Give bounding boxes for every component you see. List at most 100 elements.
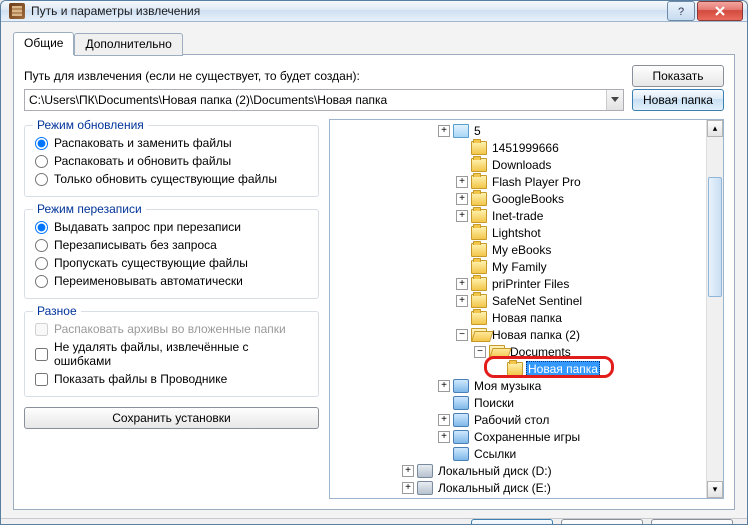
- dialog-body: Общие Дополнительно Путь для извлечения …: [1, 22, 747, 518]
- dialog-window: Путь и параметры извлечения ? Общие Допо…: [0, 0, 748, 525]
- path-label: Путь для извлечения (если не существует,…: [24, 69, 624, 83]
- folder-icon: [471, 175, 487, 189]
- tree-item[interactable]: Новая папка: [330, 360, 706, 377]
- tree-item[interactable]: + Рабочий стол: [330, 411, 706, 428]
- folder-open-icon: [471, 328, 487, 342]
- folder-icon: [471, 192, 487, 206]
- radio-rename[interactable]: Переименовывать автоматически: [35, 272, 308, 290]
- group-update-legend: Режим обновления: [33, 119, 148, 132]
- tree-item-label: Inet-trade: [490, 209, 545, 223]
- tree-item[interactable]: My Family: [330, 258, 706, 275]
- save-settings-button[interactable]: Сохранить установки: [24, 407, 319, 429]
- expand-icon[interactable]: +: [438, 414, 450, 426]
- window-title: Путь и параметры извлечения: [31, 4, 667, 18]
- tree-item[interactable]: + Inet-trade: [330, 207, 706, 224]
- tree-item[interactable]: + Локальный диск (E:): [330, 479, 706, 496]
- tree-item[interactable]: My eBooks: [330, 241, 706, 258]
- expand-icon[interactable]: +: [456, 176, 468, 188]
- collapse-icon[interactable]: −: [456, 329, 468, 341]
- tree-item[interactable]: Новая папка: [330, 309, 706, 326]
- radio-only-update[interactable]: Только обновить существующие файлы: [35, 170, 308, 188]
- tree-item[interactable]: +priPrinter Files: [330, 275, 706, 292]
- tree-item-label: Сохраненные игры: [472, 430, 582, 444]
- tree-item[interactable]: −Новая папка (2): [330, 326, 706, 343]
- tree-item[interactable]: −Documents: [330, 343, 706, 360]
- collapse-icon[interactable]: −: [474, 346, 486, 358]
- path-dropdown-button[interactable]: [606, 90, 623, 110]
- check-show-explorer[interactable]: Показать файлы в Проводнике: [35, 370, 308, 388]
- tree-item[interactable]: Поиски: [330, 394, 706, 411]
- path-input[interactable]: [25, 93, 606, 107]
- tree-item-label: Моя музыка: [472, 379, 543, 393]
- dialog-footer: ОК Отмена Справка: [1, 518, 747, 525]
- tree-item-label: Поиски: [472, 396, 516, 410]
- tree-item-label: Локальный диск (D:): [436, 464, 554, 478]
- ok-button[interactable]: ОК: [471, 519, 553, 525]
- tab-page-general: Путь для извлечения (если не существует,…: [13, 54, 735, 510]
- expand-icon[interactable]: +: [438, 431, 450, 443]
- radio-extract-replace[interactable]: Распаковать и заменить файлы: [35, 134, 308, 152]
- folder-icon: [471, 260, 487, 274]
- expand-icon[interactable]: +: [402, 482, 414, 494]
- tab-general[interactable]: Общие: [13, 32, 74, 55]
- tree-item[interactable]: + Моя музыка: [330, 377, 706, 394]
- expand-icon[interactable]: +: [456, 295, 468, 307]
- help-footer-button[interactable]: Справка: [651, 519, 733, 525]
- new-folder-button[interactable]: Новая папка: [632, 89, 724, 111]
- expand-icon[interactable]: +: [438, 125, 450, 137]
- group-misc-legend: Разное: [33, 304, 81, 318]
- path-combobox[interactable]: [24, 89, 624, 111]
- tree-item-label: SafeNet Sentinel: [490, 294, 584, 308]
- tree-item-label: My eBooks: [490, 243, 553, 257]
- check-keep-broken[interactable]: Не удалять файлы, извлечённые с ошибками: [35, 338, 308, 370]
- tree-item[interactable]: Downloads: [330, 156, 706, 173]
- tree-item[interactable]: + SafeNet Sentinel: [330, 292, 706, 309]
- radio-overwrite[interactable]: Перезаписывать без запроса: [35, 236, 308, 254]
- tree-item-label: Локальный диск (E:): [436, 481, 553, 495]
- tree-item-label: Новая папка: [526, 361, 600, 377]
- tree-item[interactable]: Ссылки: [330, 445, 706, 462]
- tree-item[interactable]: +Flash Player Pro: [330, 173, 706, 190]
- tab-advanced[interactable]: Дополнительно: [74, 33, 182, 56]
- titlebar[interactable]: Путь и параметры извлечения ?: [1, 1, 747, 22]
- help-button[interactable]: ?: [667, 1, 695, 21]
- tree-item[interactable]: + GoogleBooks: [330, 190, 706, 207]
- cancel-button[interactable]: Отмена: [561, 519, 643, 525]
- docfolder-icon: [453, 124, 469, 138]
- radio-skip[interactable]: Пропускать существующие файлы: [35, 254, 308, 272]
- radio-ask[interactable]: Выдавать запрос при перезаписи: [35, 218, 308, 236]
- tree-item-label: Рабочий стол: [472, 413, 551, 427]
- tree-item[interactable]: Lightshot: [330, 224, 706, 241]
- close-button[interactable]: [697, 1, 743, 21]
- special-icon: [453, 413, 469, 427]
- scroll-up-button[interactable]: ▴: [707, 120, 723, 137]
- tree-item[interactable]: + Локальный диск (D:): [330, 462, 706, 479]
- radio-extract-update[interactable]: Распаковать и обновить файлы: [35, 152, 308, 170]
- disk-icon: [417, 464, 433, 478]
- group-overwrite-mode: Режим перезаписи Выдавать запрос при пер…: [24, 209, 319, 299]
- special-icon: [453, 430, 469, 444]
- tree-item-label: My Family: [490, 260, 549, 274]
- special-icon: [453, 379, 469, 393]
- show-button[interactable]: Показать: [632, 65, 724, 87]
- expand-icon[interactable]: +: [402, 465, 414, 477]
- expand-icon[interactable]: +: [456, 210, 468, 222]
- tree-item[interactable]: + Сохраненные игры: [330, 428, 706, 445]
- tree-item[interactable]: +5: [330, 122, 706, 139]
- scroll-track[interactable]: [707, 137, 723, 481]
- tree-item[interactable]: 1451999666: [330, 139, 706, 156]
- special-icon: [453, 396, 469, 410]
- expand-icon[interactable]: +: [456, 278, 468, 290]
- tree-item-label: GoogleBooks: [490, 192, 566, 206]
- app-icon: [9, 3, 25, 19]
- group-misc: Разное Распаковать архивы во вложенные п…: [24, 311, 319, 397]
- folder-icon: [471, 209, 487, 223]
- folder-tree[interactable]: +51451999666Downloads+Flash Player Pro+G…: [330, 120, 706, 498]
- expand-icon[interactable]: +: [438, 380, 450, 392]
- check-nested-archives: Распаковать архивы во вложенные папки: [35, 320, 308, 338]
- scroll-down-button[interactable]: ▾: [707, 481, 723, 498]
- scroll-thumb[interactable]: [708, 177, 722, 297]
- expand-icon[interactable]: +: [456, 193, 468, 205]
- tree-scrollbar[interactable]: ▴ ▾: [706, 120, 723, 498]
- folder-icon: [507, 362, 523, 376]
